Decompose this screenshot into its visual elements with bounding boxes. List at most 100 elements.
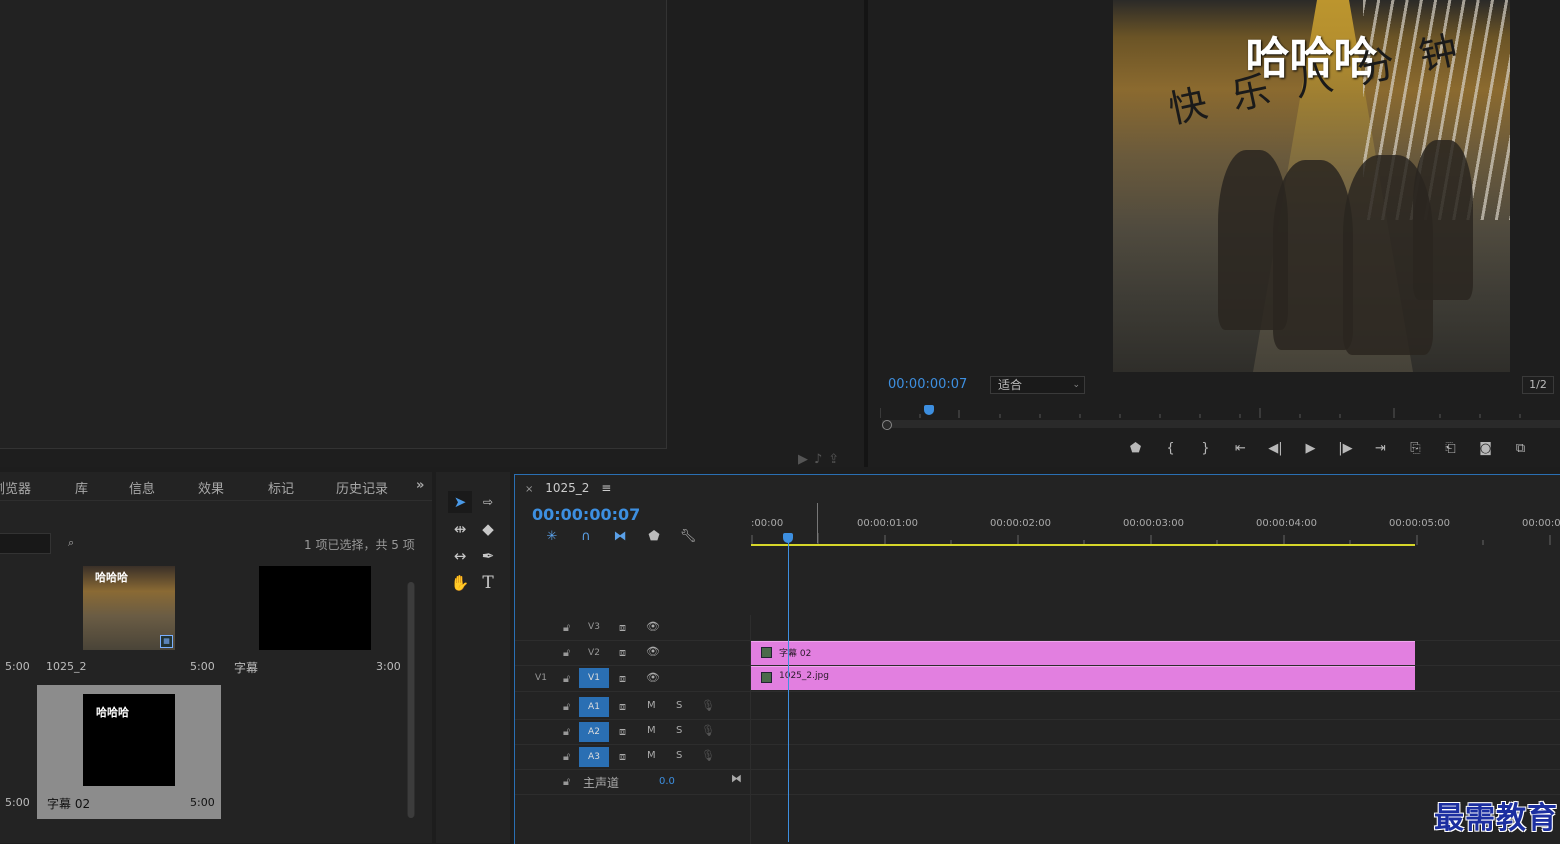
tab-libraries[interactable]: 库 [75,478,88,497]
lock-icon[interactable]: 🔓︎ [563,646,570,660]
tab-info[interactable]: 信息 [129,478,155,497]
scrollbar-handle[interactable] [408,582,414,818]
chevron-down-icon: ⌄ [1072,380,1080,390]
microphone-icon[interactable]: 🎙︎ [701,724,715,737]
track-target-v2[interactable]: V2 [579,643,609,663]
timeline-tab[interactable]: × 1025_2 ≡ [525,481,611,495]
track-target-a3[interactable]: A3 [579,747,609,767]
program-timecode[interactable]: 00:00:00:07 [888,377,967,392]
step-back-icon[interactable]: ◀| [1258,439,1293,459]
program-playhead[interactable] [924,405,934,415]
lock-icon[interactable]: 🔓︎ [563,750,570,764]
tab-markers[interactable]: 标记 [268,478,294,497]
track-select-tool-icon[interactable]: ⇨ [476,491,500,513]
tab-media-browser[interactable]: 浏览器 [0,478,31,497]
type-tool-icon[interactable]: T [476,572,500,594]
extract-icon[interactable]: ⎗ [1433,439,1468,459]
lock-icon[interactable]: 🔓︎ [563,672,570,686]
selection-tool-icon[interactable]: ➤ [448,491,472,513]
go-to-in-icon[interactable]: ⇤ [1223,439,1258,459]
track-target-v3[interactable]: V3 [579,617,609,637]
scrollbar-handle[interactable] [882,420,892,430]
slip-tool-icon[interactable]: ↔ [448,545,472,567]
mute-button[interactable]: M [647,725,656,736]
lock-icon[interactable]: 🔓︎ [563,621,570,635]
hand-tool-icon[interactable]: ✋ [448,572,472,594]
tools-panel: ➤ ⇨ ⇹ ◆ ↔ ✒ ✋ T [436,472,510,843]
linked-selection-icon[interactable]: ⧓ [603,529,637,545]
project-item-subtitle-02[interactable]: 哈哈哈 字幕 02 5:00 [37,685,221,819]
tab-menu-icon[interactable]: ≡ [601,481,611,495]
project-item-subtitle[interactable]: 字幕 3:00 [222,565,404,683]
master-volume-value[interactable]: 0.0 [659,776,675,787]
pen-tool-icon[interactable]: ✒ [476,545,500,567]
timeline-timecode[interactable]: 00:00:00:07 [532,505,640,524]
clip-1025-2-jpg[interactable]: 1025_2.jpg [751,666,1415,690]
lock-icon[interactable]: 🔓︎ [563,700,570,714]
zoom-fit-select[interactable]: 适合 ⌄ [990,376,1085,394]
sync-lock-icon[interactable]: ⧈ [619,672,626,686]
sync-lock-icon[interactable]: ⧈ [619,646,626,660]
track-target-a2[interactable]: A2 [579,722,609,742]
wrench-icon[interactable]: 🔧︎ [671,529,705,545]
timeline-toolbar: ✳ ∩ ⧓ ⬟ 🔧︎ [535,529,705,545]
microphone-icon[interactable]: 🎙︎ [701,699,715,712]
mark-out-icon[interactable]: } [1188,439,1223,459]
find-icon[interactable]: ⌕ [68,536,74,550]
tab-history[interactable]: 历史记录 [336,478,388,497]
add-marker-icon[interactable]: ⬟ [1118,439,1153,459]
mute-button[interactable]: M [647,750,656,761]
tab-overflow-icon[interactable]: » [416,478,424,493]
source-export-icons[interactable]: ▶♪⇪ [798,452,845,467]
nest-sequence-icon[interactable]: ✳ [535,529,569,545]
sync-lock-icon[interactable]: ⧈ [619,700,626,714]
snap-icon[interactable]: ∩ [569,529,603,545]
clip-duration: 5:00 [190,660,215,673]
clip-duration: 3:00 [376,660,401,673]
project-search-input[interactable] [0,533,51,554]
clip-subtitle-02[interactable]: 字幕 02 [751,641,1415,665]
play-icon[interactable]: ▶ [1293,439,1328,459]
source-patch-v1[interactable]: V1 [531,673,551,683]
sync-lock-icon[interactable]: ⧈ [619,621,626,635]
mark-in-icon[interactable]: { [1153,439,1188,459]
solo-button[interactable]: S [676,750,682,761]
eye-icon[interactable]: 👁︎ [646,620,660,633]
eye-icon[interactable]: 👁︎ [646,645,660,658]
step-forward-icon[interactable]: |▶ [1328,439,1363,459]
sync-lock-icon[interactable]: ⧈ [619,725,626,739]
go-to-out-icon[interactable]: ⇥ [1363,439,1398,459]
add-marker-icon[interactable]: ⬟ [637,529,671,545]
playback-resolution-select[interactable]: 1/2 [1522,376,1554,394]
jump-to-end-icon[interactable]: ⧓ [731,772,742,785]
eye-icon[interactable]: 👁︎ [646,671,660,684]
lift-icon[interactable]: ⎘ [1398,439,1433,459]
project-item-1025-2[interactable]: 5:00 哈哈哈 ▦ 1025_2 5:00 [0,565,220,683]
program-zoom-scrollbar[interactable] [882,420,1560,430]
export-frame-icon[interactable]: ◙ [1468,439,1503,459]
timeline-playhead-line[interactable] [788,537,789,842]
razor-tool-icon[interactable]: ◆ [476,518,500,540]
sync-lock-icon[interactable]: ⧈ [619,750,626,764]
timeline-playhead[interactable] [783,533,793,543]
thumbnail [259,566,371,650]
solo-button[interactable]: S [676,725,682,736]
lock-icon[interactable]: 🔓︎ [563,775,570,789]
tab-effects[interactable]: 效果 [198,478,224,497]
timeline-ruler[interactable]: :00:00 00:00:01:00 00:00:02:00 00:00:03:… [751,505,1560,545]
mute-button[interactable]: M [647,700,656,711]
ripple-edit-tool-icon[interactable]: ⇹ [448,518,472,540]
program-time-ruler[interactable] [880,404,1560,420]
comparison-view-icon[interactable]: ⧉ [1503,439,1538,459]
solo-button[interactable]: S [676,700,682,711]
ruler-label: :00:00 [751,518,784,529]
video-shadow [1273,160,1353,350]
lock-icon[interactable]: 🔓︎ [563,725,570,739]
microphone-icon[interactable]: 🎙︎ [701,749,715,762]
watermark-logo: 最需教育 [1434,801,1558,836]
close-icon[interactable]: × [525,484,533,495]
track-target-a1[interactable]: A1 [579,697,609,717]
project-scrollbar[interactable] [407,582,415,818]
track-target-v1[interactable]: V1 [579,668,609,688]
work-area-bar[interactable] [751,544,1415,546]
